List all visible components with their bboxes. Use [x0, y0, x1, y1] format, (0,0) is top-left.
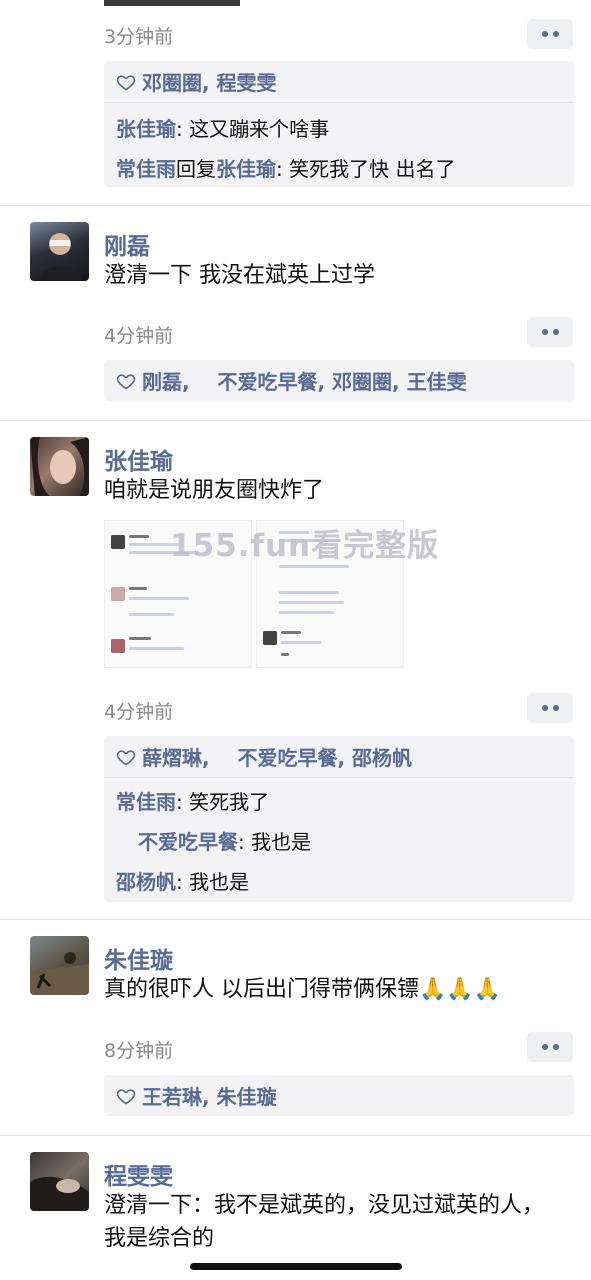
interaction-box: 邓圈圈, 程雯雯 张佳瑜: 这又蹦来个啥事 常佳雨 回复 张佳瑜: 笑死我了快 出名… — [104, 61, 574, 187]
home-indicator[interactable] — [190, 1263, 402, 1270]
post-time: 8分钟前 — [104, 1040, 174, 1062]
more-options-button[interactable] — [527, 19, 573, 49]
post-divider — [0, 205, 591, 206]
watermark-text: 155.fun看完整版 — [170, 528, 440, 564]
comment-user[interactable]: 常佳雨 — [116, 153, 176, 182]
comment-user[interactable]: 不爱吃早餐 — [138, 826, 238, 855]
comment-text: : 我也是 — [176, 869, 250, 894]
reply-to-user[interactable]: 张佳瑜 — [216, 153, 276, 182]
post-text: 真的很吓人 以后出门得带俩保镖🙏🙏🙏 — [104, 977, 502, 1002]
interaction-box: 刚磊, 不爱吃早餐, 邓圈圈, 王佳雯 — [104, 360, 574, 401]
avatar[interactable] — [30, 936, 89, 995]
avatar[interactable] — [30, 1152, 89, 1211]
post-text: 咱就是说朋友圈快炸了 — [104, 478, 325, 503]
likes-row: 薛熠琳, 不爱吃早餐, 邵杨帆 — [104, 736, 574, 778]
post-divider — [0, 420, 591, 421]
post-text: 澄清一下 我没在斌英上过学 — [104, 263, 375, 288]
comment-user[interactable]: 张佳瑜 — [116, 113, 176, 142]
comment-text: : 笑死我了 — [176, 789, 270, 814]
avatar-beach-icon — [30, 952, 89, 995]
heart-icon — [116, 74, 136, 90]
avatar[interactable] — [30, 437, 89, 496]
heart-icon — [116, 749, 136, 765]
poster-name[interactable]: 程雯雯 — [104, 1157, 173, 1191]
comment-user[interactable]: 常佳雨 — [116, 786, 176, 815]
avatar-portrait-icon — [38, 233, 82, 281]
comment-text: : 笑死我了快 出名了 — [276, 156, 456, 181]
more-options-button[interactable] — [527, 693, 573, 723]
more-options-button[interactable] — [527, 317, 573, 347]
post-divider — [0, 1135, 591, 1136]
heart-icon — [116, 1088, 136, 1104]
likes-names[interactable]: 刚磊, 不爱吃早餐, 邓圈圈, 王佳雯 — [142, 366, 467, 395]
likes-row: 刚磊, 不爱吃早餐, 邓圈圈, 王佳雯 — [104, 360, 574, 401]
comment-user[interactable]: 邵杨帆 — [116, 866, 176, 895]
poster-name[interactable]: 刚磊 — [104, 227, 150, 261]
poster-name[interactable]: 朱佳璇 — [104, 941, 173, 975]
comment-row[interactable]: 不爱吃早餐: 我也是 — [104, 820, 574, 860]
comment-row[interactable]: 张佳瑜: 这又蹦来个啥事 — [104, 107, 574, 147]
more-options-button[interactable] — [527, 1032, 573, 1062]
likes-row: 邓圈圈, 程雯雯 — [104, 61, 574, 103]
avatar-portrait-icon — [30, 1176, 89, 1211]
likes-names[interactable]: 薛熠琳, 不爱吃早餐, 邵杨帆 — [142, 742, 412, 771]
interaction-box: 王若琳, 朱佳璇 — [104, 1075, 574, 1116]
post-time: 4分钟前 — [104, 325, 174, 347]
comment-text: : 这又蹦来个啥事 — [176, 116, 330, 141]
comment-row[interactable]: 常佳雨: 笑死我了 — [104, 780, 574, 820]
comment-text: : 我也是 — [238, 829, 312, 854]
comment-row[interactable]: 常佳雨 回复 张佳瑜: 笑死我了快 出名了 — [104, 147, 574, 187]
avatar-portrait-icon — [30, 437, 89, 496]
poster-name[interactable]: 张佳瑜 — [104, 442, 173, 476]
post-time: 4分钟前 — [104, 701, 174, 723]
post-time: 3分钟前 — [104, 26, 174, 48]
previous-image-edge — [104, 0, 240, 6]
post-divider — [0, 919, 591, 920]
likes-row: 王若琳, 朱佳璇 — [104, 1075, 574, 1116]
interaction-box: 薛熠琳, 不爱吃早餐, 邵杨帆 常佳雨: 笑死我了 不爱吃早餐: 我也是 邵杨帆… — [104, 736, 574, 902]
reply-word: 回复 — [176, 156, 216, 181]
post-text: 澄清一下：我不是斌英的，没见过斌英的人，我是综合的 — [104, 1193, 545, 1251]
heart-icon — [116, 373, 136, 389]
comment-row[interactable]: 邵杨帆: 我也是 — [104, 860, 574, 900]
likes-names[interactable]: 邓圈圈, 程雯雯 — [142, 67, 277, 96]
avatar[interactable] — [30, 222, 89, 281]
likes-names[interactable]: 王若琳, 朱佳璇 — [142, 1081, 277, 1110]
